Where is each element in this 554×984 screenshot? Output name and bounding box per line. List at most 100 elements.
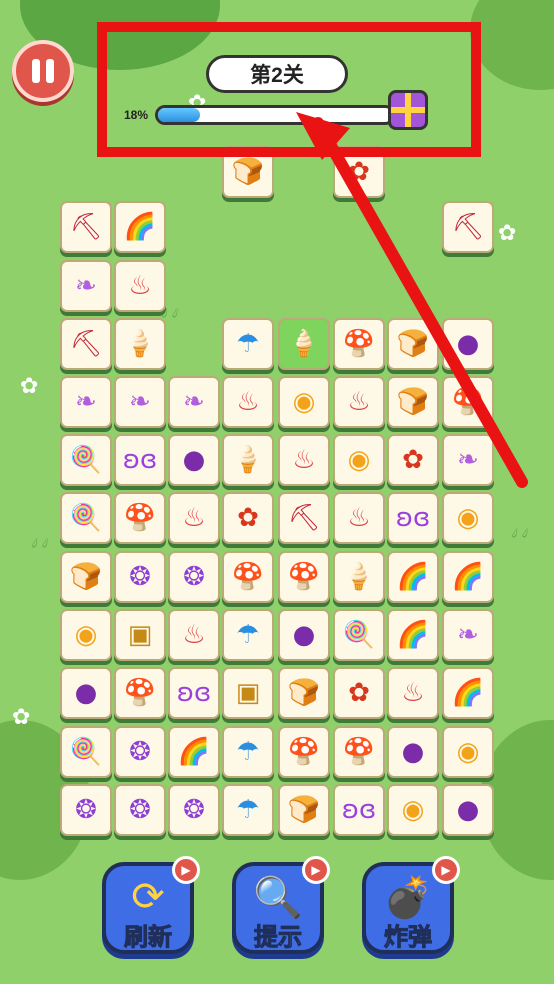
rainbow-icon: 🌈 — [451, 678, 485, 708]
tile-bread[interactable]: 🍞 — [60, 551, 112, 603]
tile-leaf[interactable]: ❧ — [114, 376, 166, 428]
tile-shovel[interactable]: ⛏ — [60, 318, 112, 370]
tile-meat[interactable]: ♨ — [168, 609, 220, 661]
tile-umbrella[interactable]: ☂ — [222, 784, 274, 836]
tile-rainbow[interactable]: 🌈 — [442, 667, 494, 719]
tile-leaf[interactable]: ❧ — [60, 376, 112, 428]
tile-meat[interactable]: ♨ — [168, 492, 220, 544]
tile-icecream[interactable]: 🍦 — [278, 318, 330, 370]
tile-mushroom[interactable]: 🍄 — [114, 667, 166, 719]
tile-rainbow[interactable]: 🌈 — [168, 726, 220, 778]
yarn-icon: ❂ — [129, 737, 151, 767]
tile-maple[interactable]: ✿ — [333, 146, 385, 198]
tile-umbrella[interactable]: ☂ — [222, 726, 274, 778]
tile-rainbow[interactable]: 🌈 — [387, 609, 439, 661]
hint-label: 提示 — [254, 924, 303, 952]
orange-icon: ◉ — [456, 737, 480, 767]
tile-bread[interactable]: 🍞 — [387, 376, 439, 428]
tile-onion[interactable]: ● — [442, 318, 494, 370]
tile-onion[interactable]: ● — [168, 434, 220, 486]
tile-meat[interactable]: ♨ — [333, 492, 385, 544]
tile-maple[interactable]: ✿ — [387, 434, 439, 486]
tile-bread[interactable]: 🍞 — [222, 146, 274, 198]
pause-button[interactable] — [12, 40, 74, 102]
tile-mushroom[interactable]: 🍄 — [333, 318, 385, 370]
refresh-button[interactable]: ⟳ 刷新 ▶ — [102, 856, 200, 954]
tile-umbrella[interactable]: ☂ — [222, 318, 274, 370]
tile-lollipop[interactable]: 🍭 — [333, 609, 385, 661]
tile-bread[interactable]: 🍞 — [278, 667, 330, 719]
mushroom-icon: 🍄 — [123, 678, 157, 708]
refresh-label: 刷新 — [124, 924, 173, 952]
tile-yarn[interactable]: ❂ — [114, 784, 166, 836]
tile-onion[interactable]: ● — [442, 784, 494, 836]
tile-lollipop[interactable]: 🍭 — [60, 726, 112, 778]
tile-leaf[interactable]: ❧ — [442, 434, 494, 486]
tile-orange[interactable]: ◉ — [333, 434, 385, 486]
tile-yarn[interactable]: ❂ — [114, 726, 166, 778]
tile-mushroom[interactable]: 🍄 — [114, 492, 166, 544]
tile-yarn[interactable]: ❂ — [168, 784, 220, 836]
tile-orange[interactable]: ◉ — [278, 376, 330, 428]
shovel-icon: ⛏ — [69, 212, 103, 242]
tile-orange[interactable]: ◉ — [60, 609, 112, 661]
gift-box-icon[interactable] — [388, 90, 428, 130]
tile-shovel[interactable]: ⛏ — [278, 492, 330, 544]
icecream-icon: 🍦 — [287, 329, 321, 359]
tile-rainbow[interactable]: 🌈 — [387, 551, 439, 603]
tile-meat[interactable]: ♨ — [222, 376, 274, 428]
tile-orange[interactable]: ◉ — [442, 726, 494, 778]
tile-mushroom[interactable]: 🍄 — [333, 726, 385, 778]
tile-shovel[interactable]: ⛏ — [442, 201, 494, 253]
tile-orange[interactable]: ◉ — [387, 784, 439, 836]
hint-button[interactable]: 🔍 提示 ▶ — [232, 856, 330, 954]
tile-butterfly[interactable]: ʚɞ — [387, 492, 439, 544]
tile-yarn[interactable]: ❂ — [60, 784, 112, 836]
tile-leaf[interactable]: ❧ — [168, 376, 220, 428]
tile-shovel[interactable]: ⛏ — [60, 201, 112, 253]
tile-onion[interactable]: ● — [60, 667, 112, 719]
lollipop-icon: 🍭 — [69, 737, 103, 767]
tile-meat[interactable]: ♨ — [333, 376, 385, 428]
tile-leaf[interactable]: ❧ — [60, 260, 112, 312]
tile-chest[interactable]: ▣ — [222, 667, 274, 719]
tile-meat[interactable]: ♨ — [114, 260, 166, 312]
tile-orange[interactable]: ◉ — [442, 492, 494, 544]
shovel-icon: ⛏ — [287, 503, 321, 533]
tile-onion[interactable]: ● — [387, 726, 439, 778]
tile-mushroom[interactable]: 🍄 — [442, 376, 494, 428]
tile-butterfly[interactable]: ʚɞ — [168, 667, 220, 719]
tile-bread[interactable]: 🍞 — [278, 784, 330, 836]
tile-mushroom[interactable]: 🍄 — [278, 551, 330, 603]
tile-chest[interactable]: ▣ — [114, 609, 166, 661]
tile-lollipop[interactable]: 🍭 — [60, 492, 112, 544]
tile-meat[interactable]: ♨ — [387, 667, 439, 719]
tile-butterfly[interactable]: ʚɞ — [333, 784, 385, 836]
tile-maple[interactable]: ✿ — [333, 667, 385, 719]
tile-yarn[interactable]: ❂ — [114, 551, 166, 603]
tile-mushroom[interactable]: 🍄 — [278, 726, 330, 778]
tile-mushroom[interactable]: 🍄 — [222, 551, 274, 603]
mushroom-icon: 🍄 — [287, 562, 321, 592]
bomb-button[interactable]: 💣 炸弹 ▶ — [362, 856, 460, 954]
progress-bar — [155, 105, 395, 125]
tile-rainbow[interactable]: 🌈 — [114, 201, 166, 253]
tile-yarn[interactable]: ❂ — [168, 551, 220, 603]
tile-icecream[interactable]: 🍦 — [333, 551, 385, 603]
pause-icon — [32, 59, 40, 83]
tile-icecream[interactable]: 🍦 — [222, 434, 274, 486]
bread-icon: 🍞 — [287, 795, 321, 825]
tile-lollipop[interactable]: 🍭 — [60, 434, 112, 486]
tile-butterfly[interactable]: ʚɞ — [114, 434, 166, 486]
tile-umbrella[interactable]: ☂ — [222, 609, 274, 661]
tile-maple[interactable]: ✿ — [222, 492, 274, 544]
tile-meat[interactable]: ♨ — [278, 434, 330, 486]
orange-icon: ◉ — [74, 620, 98, 650]
tile-onion[interactable]: ● — [278, 609, 330, 661]
tile-rainbow[interactable]: 🌈 — [442, 551, 494, 603]
tile-bread[interactable]: 🍞 — [387, 318, 439, 370]
tile-icecream[interactable]: 🍦 — [114, 318, 166, 370]
icecream-icon: 🍦 — [231, 445, 265, 475]
meat-icon: ♨ — [236, 387, 260, 417]
tile-leaf[interactable]: ❧ — [442, 609, 494, 661]
